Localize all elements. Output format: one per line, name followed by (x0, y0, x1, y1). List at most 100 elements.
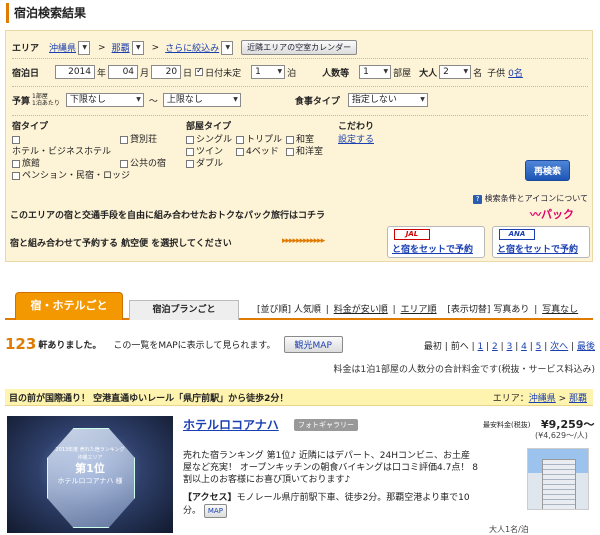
jal-logo: JAL (394, 229, 430, 240)
hotel-photo[interactable]: 2013年度 売れた宿ランキング 沖縄エリア 第1位 ホテルロコアナハ 様 (7, 416, 173, 533)
hotel-name-link[interactable]: ホテルロコアナハ (183, 416, 279, 433)
meal-select[interactable]: 指定しない (347, 93, 428, 107)
display-photo-link[interactable]: 写真あり (493, 305, 529, 315)
city-link[interactable]: 那覇 (112, 41, 130, 54)
room-single-checkbox[interactable] (186, 135, 194, 144)
day-unit: 日 (183, 68, 193, 79)
hotel-area-sep: > (555, 394, 569, 404)
room-4bed-label: 4ベッド (246, 147, 279, 157)
city-select[interactable] (131, 40, 144, 55)
jal-pack-button[interactable]: JAL と宿をセットで予約 (387, 226, 485, 258)
day-input[interactable]: 20 (151, 65, 182, 79)
sort-cheap-link[interactable]: 料金が安い順 (334, 305, 388, 315)
budget-row: 予算 1部屋 1泊あたり 下限なし 〜 上限なし 食事タイプ 指定しない (12, 93, 430, 107)
lodging-hotel-checkbox[interactable] (12, 135, 20, 144)
page-title: 宿泊検索結果 (6, 3, 86, 23)
ana-pack-button[interactable]: ANA と宿をセットで予約 (492, 226, 590, 258)
room-double-checkbox[interactable] (186, 159, 194, 168)
display-label: [表示切替] (447, 305, 491, 315)
award-line-4: ホテルロコアナハ 様 (57, 477, 123, 485)
access-text-2: 分。 (183, 506, 202, 516)
room-wayo-checkbox[interactable] (286, 147, 294, 156)
lodging-public-label: 公共の宿 (130, 159, 167, 169)
hotel-area-city-link[interactable]: 那覇 (569, 394, 587, 404)
room-4bed-checkbox[interactable] (236, 147, 244, 156)
people-label: 人数等 (322, 68, 350, 79)
year-unit: 年 (97, 68, 107, 79)
room-type-group: 部屋タイプ シングル トリプル 和室 ツイン 4ベッド 和洋室 ダブル (186, 121, 323, 170)
kodawari-link[interactable]: 設定する (338, 134, 374, 146)
pack-banner-text: このエリアの宿と交通手段を自由に組み合わせたおトクなパック旅行はコチラ (10, 211, 326, 221)
lodging-ryokan-checkbox[interactable] (12, 159, 20, 168)
hotel-area-label: エリア： (492, 394, 529, 404)
page-1[interactable]: 1 (478, 342, 484, 352)
room-twin-checkbox[interactable] (186, 147, 194, 156)
page-2[interactable]: 2 (492, 342, 498, 352)
rooms-unit: 部屋 (393, 68, 412, 79)
sort-popular-link[interactable]: 人気順 (294, 305, 321, 315)
nearby-calendar-button[interactable]: 近隣エリアの空室カレンダー (241, 40, 358, 55)
pager-prev[interactable]: 前へ (451, 342, 469, 352)
tab-hotel[interactable]: 宿・ホテルごと (15, 292, 123, 320)
hotel-area-pref-link[interactable]: 沖縄県 (529, 394, 556, 404)
tab-plan[interactable]: 宿泊プランごと (129, 300, 239, 320)
month-input[interactable]: 04 (108, 65, 139, 79)
help-link[interactable]: 検索条件とアイコンについて (485, 194, 588, 203)
arrows-icon: ▸▸▸▸▸▸▸▸▸▸▸▸ (282, 236, 325, 246)
children-link[interactable]: 0名 (508, 66, 523, 79)
award-line-1: 2013年度 売れた宿ランキング (55, 447, 125, 453)
prefecture-link[interactable]: 沖縄県 (49, 41, 76, 54)
room-triple-checkbox[interactable] (236, 135, 244, 144)
budget-min-select[interactable]: 下限なし (65, 93, 144, 107)
access-map-button[interactable]: MAP (203, 504, 227, 518)
lodging-public-checkbox[interactable] (120, 159, 128, 168)
narrow-link[interactable]: さらに絞込み (165, 41, 219, 54)
pack-logo: 〰パック (530, 206, 574, 222)
photo-gallery-badge[interactable]: フォトギャラリー (294, 419, 358, 431)
jal-pack-label: と宿をセットで予約 (392, 245, 474, 255)
pager-last[interactable]: 最後 (577, 342, 595, 352)
ana-pack-label: と宿をセットで予約 (497, 245, 579, 255)
area-row: エリア 沖縄県 > 那覇 > さらに絞込み 近隣エリアの空室カレンダー (12, 40, 358, 55)
price-note: 料金は1泊1部屋の人数分の合計料金です(税抜・サービス料込み) (333, 365, 595, 375)
hotel-building-thumbnail[interactable] (527, 448, 589, 510)
pack-logo-text: パック (541, 208, 574, 221)
page-3[interactable]: 3 (507, 342, 513, 352)
year-input[interactable]: 2014 (55, 65, 96, 79)
lodging-villa-checkbox[interactable] (120, 135, 128, 144)
room-washitsu-checkbox[interactable] (286, 135, 294, 144)
sort-label: [並び順] (257, 305, 292, 315)
meal-label: 食事タイプ (294, 96, 340, 107)
pager-first[interactable]: 最初 (424, 342, 442, 352)
budget-tilde: 〜 (148, 96, 158, 107)
lodging-pension-label: ペンション・民宿・ロッジ (22, 171, 131, 181)
undecided-label: 日付未定 (205, 68, 242, 79)
display-nophoto-link[interactable]: 写真なし (542, 305, 578, 315)
budget-max-select[interactable]: 上限なし (162, 93, 241, 107)
hotel-area: エリア：沖縄県 > 那覇 (493, 391, 587, 404)
adults-select[interactable]: 2 (439, 65, 472, 79)
undecided-checkbox[interactable] (195, 66, 204, 76)
pager-next[interactable]: 次へ (550, 342, 568, 352)
help-row: ? 検索条件とアイコンについて (473, 193, 588, 204)
month-unit: 月 (140, 68, 150, 79)
narrow-select[interactable] (221, 40, 234, 55)
page-4[interactable]: 4 (521, 342, 527, 352)
room-triple-label: トリプル (246, 135, 283, 145)
prefecture-select[interactable] (78, 40, 91, 55)
tourist-map-button[interactable]: 観光MAP (283, 335, 343, 353)
research-button[interactable]: 再検索 (525, 160, 571, 181)
result-count-row: 123 軒ありました。 この一覧をMAPに表示して見られます。 観光MAP (5, 335, 343, 353)
award-line-2: 沖縄エリア (77, 455, 103, 461)
sort-area-link[interactable]: エリア順 (401, 305, 437, 315)
lodging-type-label: 宿タイプ (12, 122, 49, 132)
rooms-select[interactable]: 1 (359, 65, 392, 79)
page-5[interactable]: 5 (536, 342, 542, 352)
nights-select[interactable]: 1 (251, 65, 286, 79)
lodging-pension-checkbox[interactable] (12, 171, 20, 180)
nights-unit: 泊 (287, 68, 297, 79)
checkin-label: 宿泊日 (12, 68, 40, 79)
hotel-access: 【アクセス】モノレール県庁前駅下車、徒歩2分。那覇空港より車で10 分。 MAP (183, 492, 518, 518)
hotel-description: 売れた宿ランキング 第1位♪ 近隣にはデパート、24Hコンビニ、お土産 屋など充… (183, 450, 518, 486)
result-count-unit: 軒ありました。 (38, 340, 102, 351)
